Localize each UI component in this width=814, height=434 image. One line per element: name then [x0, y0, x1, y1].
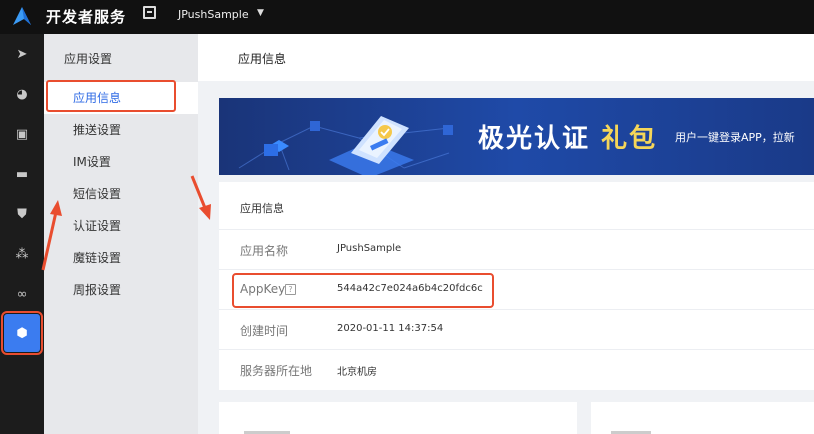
card-title: 应用信息: [240, 202, 284, 215]
info-row-created-time: 创建时间 2020-01-11 14:37:54: [219, 309, 814, 349]
highlight-box: [232, 273, 494, 308]
rail-item-message[interactable]: ▬: [0, 154, 44, 194]
sidebar-item-magiclink-settings[interactable]: 魔链设置: [44, 242, 198, 274]
app-selector[interactable]: JPushSample: [178, 8, 249, 21]
annotation-arrow: [41, 200, 62, 271]
sidebar-heading: 应用设置: [64, 52, 113, 66]
brand-title: 开发者服务: [46, 8, 127, 26]
sidebar-item-sms-settings[interactable]: 短信设置: [44, 178, 198, 210]
page-title: 应用信息: [238, 52, 287, 66]
app-icon: [143, 6, 156, 19]
message-icon: ▬: [15, 166, 29, 182]
sidebar-item-weekly-report[interactable]: 周报设置: [44, 274, 198, 306]
banner-title-main: 极光认证: [478, 124, 591, 154]
banner-title-highlight: 礼包: [601, 124, 658, 154]
top-bar: 开发者服务 JPushSample ▼: [0, 0, 814, 34]
row-label: 创建时间: [240, 324, 289, 338]
rail-item-settings[interactable]: ⬢: [1, 311, 43, 355]
row-value: 北京机房: [337, 367, 377, 378]
rail-item-link[interactable]: ∞: [0, 274, 44, 314]
rail-item-device[interactable]: ▣: [0, 114, 44, 154]
sidebar-item-im-settings[interactable]: IM设置: [44, 146, 198, 178]
row-value: JPushSample: [337, 243, 402, 254]
stats-icon: ◕: [16, 86, 28, 102]
info-row-app-name: 应用名称 JPushSample: [219, 229, 814, 269]
rail-item-stats[interactable]: ◕: [0, 74, 44, 114]
banner-subtitle: 用户一键登录APP，拉新: [675, 131, 795, 144]
rail-item-push[interactable]: ➤: [0, 34, 44, 74]
push-settings-card: [219, 402, 577, 434]
link-icon: ∞: [16, 286, 28, 302]
info-row-server-location: 服务器所在地 北京机房: [219, 349, 814, 389]
page-header: 应用信息: [198, 34, 814, 81]
highlight-box: [46, 80, 176, 112]
device-icon: ▣: [15, 126, 29, 142]
row-label: 应用名称: [240, 244, 289, 258]
settings-icon: ⬢: [16, 325, 28, 341]
jiguang-logo-icon[interactable]: [10, 4, 34, 28]
send-icon: ➤: [16, 46, 28, 62]
banner-title: 极光认证 礼包: [478, 118, 657, 155]
nodes-icon: ⁂: [15, 246, 29, 262]
sidebar-item-push-settings[interactable]: 推送设置: [44, 114, 198, 146]
im-settings-card: [591, 402, 814, 434]
row-value: 2020-01-11 14:37:54: [337, 323, 444, 334]
promo-banner[interactable]: 极光认证 礼包 用户一键登录APP，拉新: [219, 98, 814, 175]
row-label: 服务器所在地: [240, 364, 313, 378]
shield-icon: ⛊: [17, 206, 27, 222]
annotation-arrow: [190, 175, 211, 220]
sidebar-item-auth-settings[interactable]: 认证设置: [44, 210, 198, 242]
chevron-down-icon[interactable]: ▼: [257, 8, 264, 18]
